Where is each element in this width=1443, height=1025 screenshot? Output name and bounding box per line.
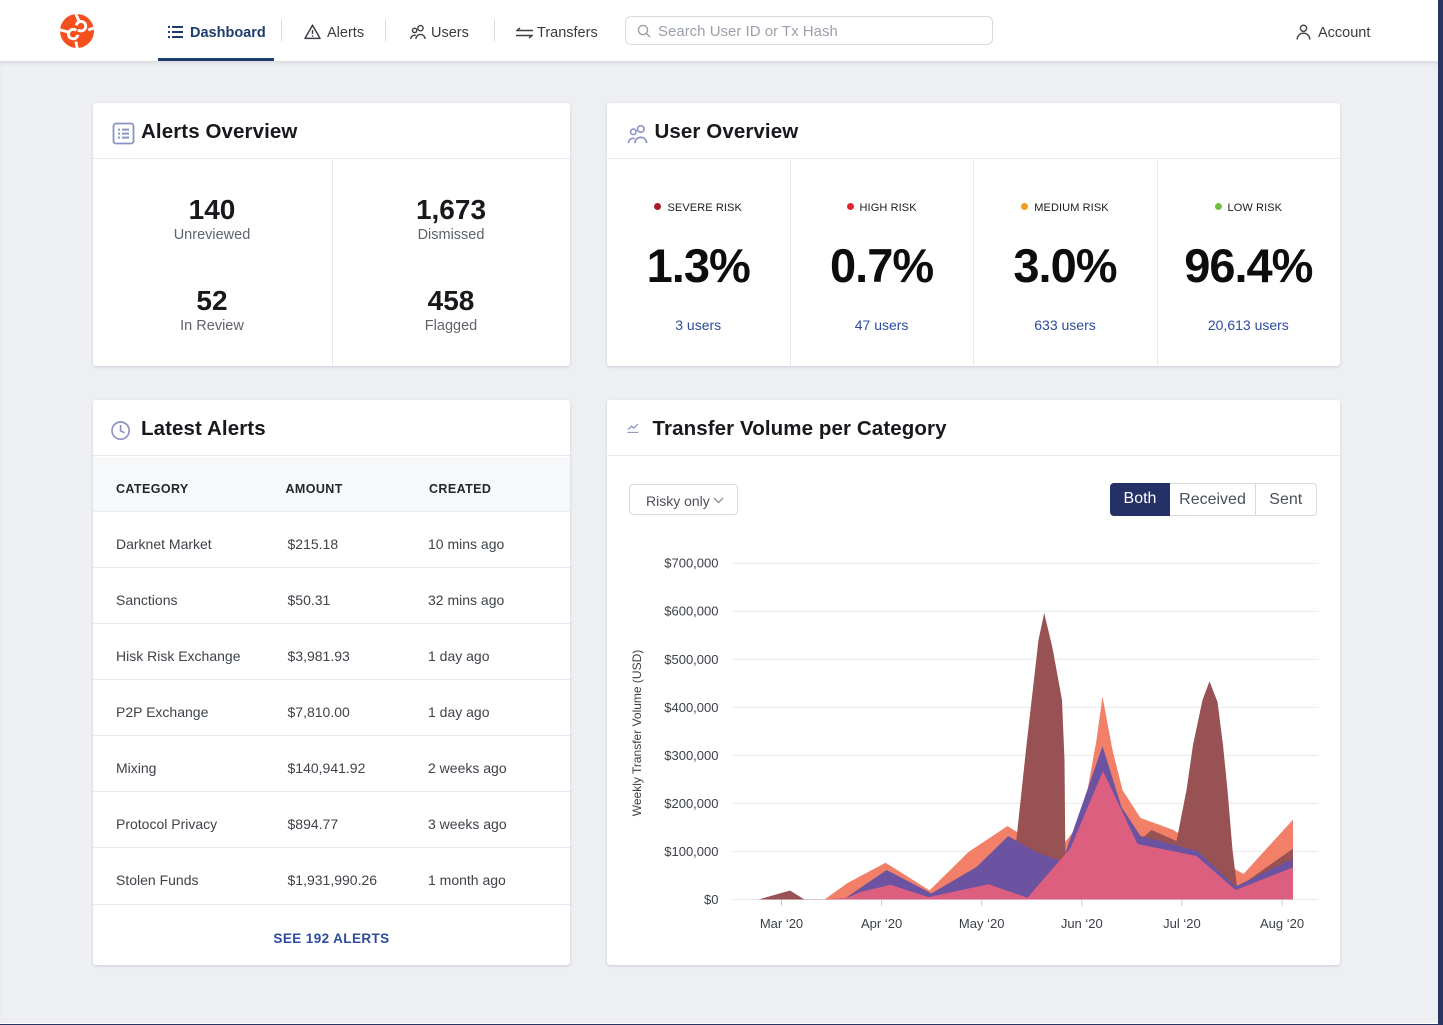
svg-text:Jul ‘20: Jul ‘20 <box>1163 916 1201 931</box>
svg-text:$500,000: $500,000 <box>664 652 718 667</box>
svg-text:Aug ‘20: Aug ‘20 <box>1259 916 1303 931</box>
svg-text:$400,000: $400,000 <box>664 700 718 715</box>
svg-text:Apr ‘20: Apr ‘20 <box>860 916 901 931</box>
svg-text:$200,000: $200,000 <box>664 796 718 811</box>
svg-text:Weekly Transfer Volume (USD): Weekly Transfer Volume (USD) <box>630 650 644 817</box>
svg-text:$700,000: $700,000 <box>664 556 718 571</box>
svg-text:Mar ‘20: Mar ‘20 <box>759 916 802 931</box>
svg-text:$300,000: $300,000 <box>664 748 718 763</box>
svg-text:Jun ‘20: Jun ‘20 <box>1060 916 1102 931</box>
svg-text:$600,000: $600,000 <box>664 604 718 619</box>
svg-text:$100,000: $100,000 <box>664 844 718 859</box>
svg-text:May ‘20: May ‘20 <box>958 916 1004 931</box>
svg-text:$0: $0 <box>704 892 718 907</box>
